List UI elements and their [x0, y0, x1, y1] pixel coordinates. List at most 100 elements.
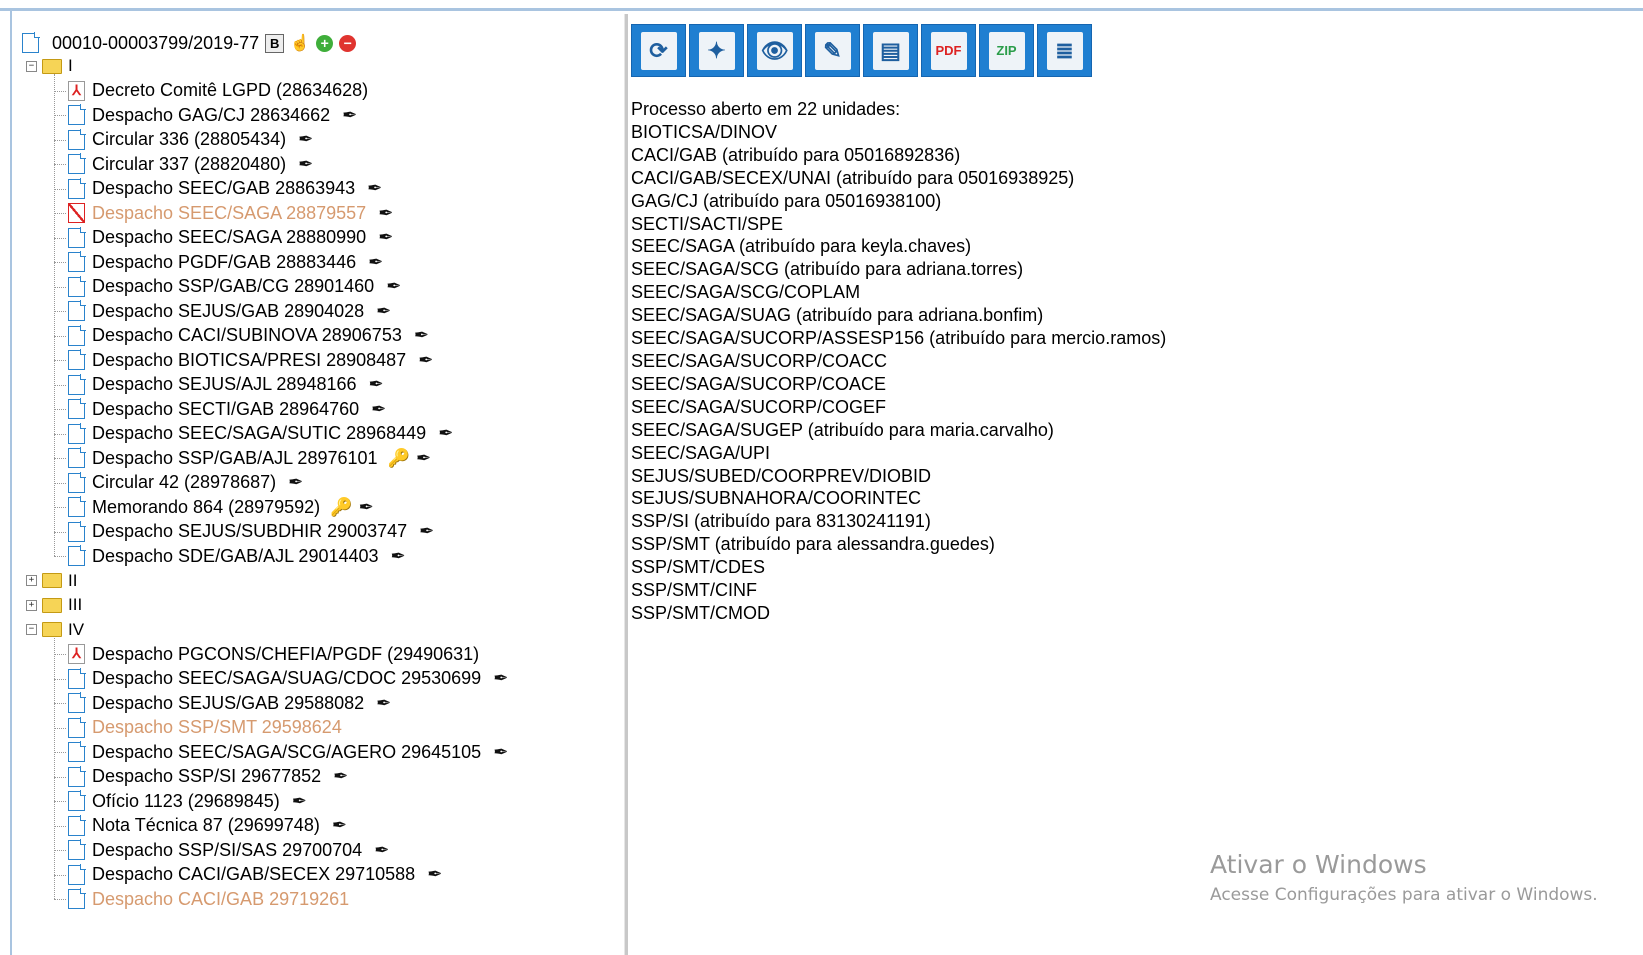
- document-name[interactable]: Despacho CACI/GAB/SECEX 29710588: [92, 864, 415, 885]
- tree-document[interactable]: Circular 337 (28820480) ✒: [68, 152, 313, 176]
- document-name[interactable]: Decreto Comitê LGPD (28634628): [92, 80, 368, 101]
- tree-document[interactable]: Despacho SEEC/SAGA/SUAG/CDOC 29530699 ✒: [68, 667, 508, 691]
- volume-label[interactable]: I: [68, 56, 73, 76]
- signature-pen-icon[interactable]: ✒: [391, 546, 406, 567]
- tree-document[interactable]: Despacho SEJUS/GAB 29588082 ✒: [68, 691, 391, 715]
- generate-zip-button[interactable]: ZIP: [979, 24, 1034, 77]
- document-name[interactable]: Despacho SEJUS/SUBDHIR 29003747: [92, 521, 407, 542]
- signature-pen-icon[interactable]: ✒: [427, 864, 442, 885]
- tree-document[interactable]: ⅄ Despacho PGCONS/CHEFIA/PGDF (29490631): [68, 642, 479, 666]
- volume-folder[interactable]: − IV: [26, 618, 84, 642]
- collapse-icon[interactable]: −: [26, 624, 37, 635]
- interested-parties-button[interactable]: ✦: [689, 24, 744, 77]
- key-icon[interactable]: 🔑: [388, 448, 410, 469]
- document-name[interactable]: Despacho SEEC/SAGA/SCG/AGERO 29645105: [92, 742, 481, 763]
- document-name[interactable]: Despacho SDE/GAB/AJL 29014403: [92, 546, 379, 567]
- add-icon[interactable]: +: [316, 34, 334, 52]
- signature-pen-icon[interactable]: ✒: [292, 791, 307, 812]
- list-button[interactable]: ≣: [1037, 24, 1092, 77]
- process-number[interactable]: 00010-00003799/2019-77: [52, 33, 259, 54]
- signature-pen-icon[interactable]: ✒: [333, 766, 348, 787]
- document-name[interactable]: Nota Técnica 87 (29699748): [92, 815, 320, 836]
- tree-document[interactable]: Despacho SDE/GAB/AJL 29014403 ✒: [68, 544, 406, 568]
- signature-pen-icon[interactable]: ✒: [418, 350, 433, 371]
- signature-pen-icon[interactable]: ✒: [414, 325, 429, 346]
- signature-pen-icon[interactable]: ✒: [368, 252, 383, 273]
- tree-document[interactable]: Despacho CACI/SUBINOVA 28906753 ✒: [68, 324, 429, 348]
- tree-document[interactable]: Despacho SSP/GAB/AJL 28976101 🔑 ✒: [68, 446, 431, 470]
- document-name[interactable]: Despacho PGCONS/CHEFIA/PGDF (29490631): [92, 644, 479, 665]
- document-name[interactable]: Despacho SEJUS/GAB 29588082: [92, 693, 364, 714]
- tree-document[interactable]: Despacho SSP/GAB/CG 28901460 ✒: [68, 275, 401, 299]
- document-name[interactable]: Despacho SEJUS/AJL 28948166: [92, 374, 357, 395]
- tree-document[interactable]: Despacho SEEC/SAGA 28880990 ✒: [68, 226, 393, 250]
- tree-document[interactable]: Despacho CACI/GAB 29719261: [68, 887, 349, 911]
- pane-divider[interactable]: [624, 14, 628, 955]
- tree-document[interactable]: Despacho GAG/CJ 28634662 ✒: [68, 103, 357, 127]
- signature-pen-icon[interactable]: ✒: [359, 497, 374, 518]
- tree-document[interactable]: Nota Técnica 87 (29699748) ✒: [68, 814, 347, 838]
- volume-folder[interactable]: − I: [26, 54, 73, 78]
- tree-document[interactable]: Despacho BIOTICSA/PRESI 28908487 ✒: [68, 348, 433, 372]
- signature-pen-icon[interactable]: ✒: [378, 227, 393, 248]
- document-name[interactable]: Despacho CACI/SUBINOVA 28906753: [92, 325, 402, 346]
- signature-pen-icon[interactable]: ✒: [438, 423, 453, 444]
- tree-document[interactable]: Despacho SSP/SI/SAS 29700704 ✒: [68, 838, 389, 862]
- tree-document[interactable]: Circular 42 (28978687) ✒: [68, 471, 303, 495]
- remove-icon[interactable]: −: [339, 34, 357, 52]
- tree-document[interactable]: Despacho CACI/GAB/SECEX 29710588 ✒: [68, 863, 442, 887]
- signature-pen-icon[interactable]: ✒: [419, 521, 434, 542]
- tree-document[interactable]: Despacho SSP/SMT 29598624: [68, 716, 342, 740]
- signature-pen-icon[interactable]: ✒: [376, 693, 391, 714]
- signature-pen-icon[interactable]: ✒: [378, 203, 393, 224]
- tree-document[interactable]: Despacho SEEC/SAGA/SUTIC 28968449 ✒: [68, 422, 453, 446]
- volume-label[interactable]: IV: [68, 620, 84, 640]
- document-name[interactable]: Despacho SSP/SMT 29598624: [92, 717, 342, 738]
- document-name[interactable]: Despacho CACI/GAB 29719261: [92, 889, 349, 910]
- document-name[interactable]: Ofício 1123 (29689845): [92, 791, 280, 812]
- document-name[interactable]: Despacho SEJUS/GAB 28904028: [92, 301, 364, 322]
- signature-pen-icon[interactable]: ✒: [298, 129, 313, 150]
- document-name[interactable]: Despacho SSP/GAB/AJL 28976101: [92, 448, 378, 469]
- signature-pen-icon[interactable]: ✒: [367, 178, 382, 199]
- document-name[interactable]: Circular 42 (28978687): [92, 472, 276, 493]
- key-icon[interactable]: 🔑: [330, 497, 352, 518]
- signature-pen-icon[interactable]: ✒: [376, 301, 391, 322]
- tree-document[interactable]: Ofício 1123 (29689845) ✒: [68, 789, 307, 813]
- notes-button[interactable]: ✎: [805, 24, 860, 77]
- signature-pen-icon[interactable]: ✒: [493, 668, 508, 689]
- document-name[interactable]: Despacho SSP/SI/SAS 29700704: [92, 840, 362, 861]
- document-name[interactable]: Despacho SSP/GAB/CG 28901460: [92, 276, 374, 297]
- document-name[interactable]: Despacho SEEC/SAGA 28879557: [92, 203, 366, 224]
- signature-pen-icon[interactable]: ✒: [416, 448, 431, 469]
- document-name[interactable]: Despacho SEEC/GAB 28863943: [92, 178, 355, 199]
- signature-pen-icon[interactable]: ✒: [369, 374, 384, 395]
- signature-pen-icon[interactable]: ✒: [342, 105, 357, 126]
- document-name[interactable]: Circular 337 (28820480): [92, 154, 286, 175]
- tree-document[interactable]: Despacho SEEC/GAB 28863943 ✒: [68, 177, 382, 201]
- document-name[interactable]: Despacho BIOTICSA/PRESI 28908487: [92, 350, 406, 371]
- document-name[interactable]: Circular 336 (28805434): [92, 129, 286, 150]
- document-name[interactable]: Despacho SEEC/SAGA/SUTIC 28968449: [92, 423, 426, 444]
- signature-pen-icon[interactable]: ✒: [371, 399, 386, 420]
- generate-pdf-button[interactable]: PDF: [921, 24, 976, 77]
- document-name[interactable]: Despacho GAG/CJ 28634662: [92, 105, 330, 126]
- signature-pen-icon[interactable]: ✒: [288, 472, 303, 493]
- tree-document[interactable]: ⅄ Decreto Comitê LGPD (28634628): [68, 79, 368, 103]
- signature-pen-icon[interactable]: ✒: [332, 815, 347, 836]
- volume-label[interactable]: II: [68, 571, 77, 591]
- volume-label[interactable]: III: [68, 595, 82, 615]
- document-name[interactable]: Despacho PGDF/GAB 28883446: [92, 252, 356, 273]
- expand-icon[interactable]: +: [26, 599, 37, 611]
- refresh-button[interactable]: ⟳: [631, 24, 686, 77]
- view-access-button[interactable]: 👁: [747, 24, 802, 77]
- expand-icon[interactable]: +: [26, 575, 37, 586]
- tree-document[interactable]: Despacho SEEC/SAGA 28879557 ✒: [68, 201, 393, 225]
- tree-document[interactable]: Despacho SEJUS/AJL 28948166 ✒: [68, 373, 384, 397]
- tree-document[interactable]: Despacho SSP/SI 29677852 ✒: [68, 765, 348, 789]
- signature-pen-icon[interactable]: ✒: [374, 840, 389, 861]
- document-name[interactable]: Despacho SECTI/GAB 28964760: [92, 399, 359, 420]
- tree-document[interactable]: Despacho SECTI/GAB 28964760 ✒: [68, 397, 386, 421]
- document-name[interactable]: Memorando 864 (28979592): [92, 497, 320, 518]
- b-icon[interactable]: B: [265, 33, 285, 53]
